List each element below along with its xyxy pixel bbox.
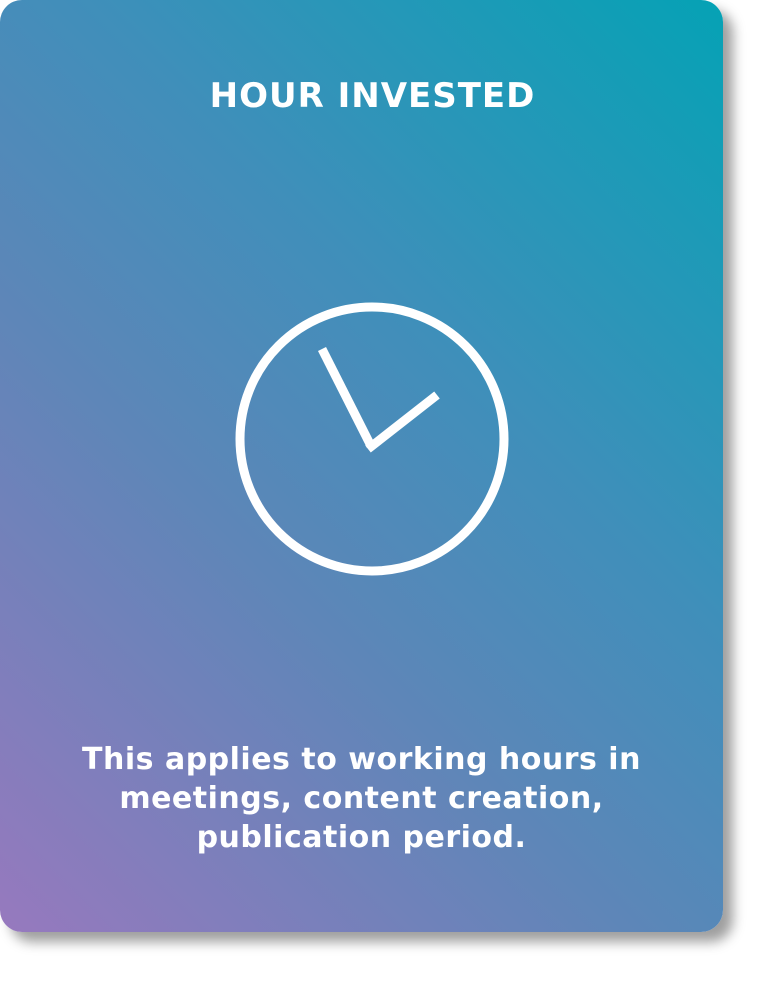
card-description: This applies to working hours in meeting… (0, 740, 723, 857)
clock-icon (235, 302, 509, 576)
card-title: HOUR INVESTED (209, 76, 536, 116)
clock-minute-hand (365, 391, 440, 453)
hour-invested-card: HOUR INVESTED This applies to working ho… (0, 0, 723, 932)
description-line: publication period. (196, 820, 527, 855)
description-line: meetings, content creation, (119, 781, 604, 816)
description-line: This applies to working hours in (82, 742, 641, 777)
clock-hour-hand (317, 346, 376, 449)
